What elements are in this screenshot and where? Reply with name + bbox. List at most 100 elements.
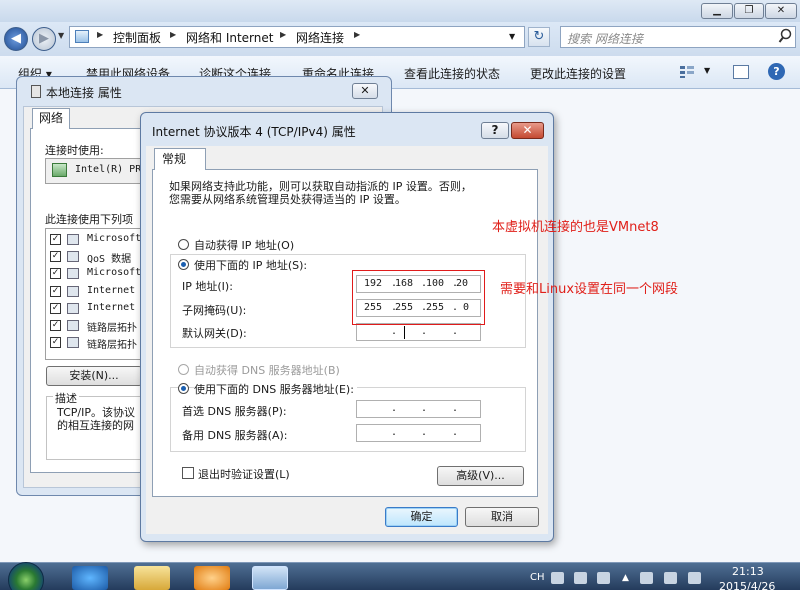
ok-button[interactable]: 确定 — [385, 507, 458, 527]
start-button-icon[interactable] — [8, 562, 44, 590]
list-item-label: Internet — [87, 285, 136, 296]
clock-time[interactable]: 21:13 — [732, 565, 764, 578]
description-title: 描述 — [53, 390, 79, 406]
search-placeholder: 搜索 网络连接 — [567, 32, 643, 46]
gateway-field[interactable]: . . . — [356, 323, 481, 341]
close-button[interactable]: ✕ — [765, 3, 797, 19]
internet-explorer-icon[interactable] — [72, 566, 108, 590]
octet-dot: . — [452, 403, 459, 414]
lan-dialog-title: 本地连接 属性 — [46, 86, 122, 100]
clock-date[interactable]: 2015/4/26 — [719, 580, 775, 590]
forward-arrow-icon[interactable]: ▶ — [32, 27, 56, 51]
install-button[interactable]: 安装(N)... — [46, 366, 142, 386]
auto-ip-label: 自动获得 IP 地址(O) — [194, 239, 295, 252]
adapter-name: Intel(R) PR — [75, 164, 142, 175]
ime-icon[interactable] — [574, 572, 587, 584]
list-item-label: Microsoft — [87, 233, 142, 244]
file-sharing-icon — [67, 268, 79, 279]
search-icon[interactable] — [778, 28, 792, 44]
network-status-icon[interactable] — [664, 572, 677, 584]
client-icon — [67, 234, 79, 245]
auto-ip-radio[interactable] — [178, 239, 189, 250]
qos-icon — [67, 251, 79, 262]
checkbox[interactable]: ✓ — [50, 286, 61, 297]
alternate-dns-field[interactable]: . . . — [356, 424, 481, 442]
text-cursor — [404, 326, 405, 339]
media-player-icon[interactable] — [194, 566, 230, 590]
network-card-icon — [52, 163, 67, 177]
connect-using-label: 连接时使用: — [45, 144, 104, 157]
manual-dns-radio[interactable] — [178, 383, 189, 394]
list-item-label: Internet — [87, 302, 136, 313]
minimize-button[interactable]: ▁ — [701, 3, 733, 19]
checkbox[interactable]: ✓ — [50, 337, 61, 348]
checkbox[interactable]: ✓ — [50, 303, 61, 314]
description-text: TCP/IP。该协议 的相互连接的网 — [57, 406, 135, 432]
protocol-icon — [67, 320, 79, 331]
window-titlebar — [0, 0, 800, 22]
breadcrumb-control-panel[interactable]: 控制面板 — [113, 29, 161, 46]
breadcrumb-chevron-icon[interactable]: ▶ — [170, 30, 176, 39]
ipv4-close-button[interactable]: ✕ — [511, 122, 544, 139]
history-dropdown-icon[interactable]: ▼ — [58, 31, 64, 40]
maximize-button[interactable]: ❐ — [734, 3, 764, 19]
ipv4-dialog-title: Internet 协议版本 4 (TCP/IPv4) 属性 — [152, 125, 356, 139]
auto-dns-label: 自动获得 DNS 服务器地址(B) — [194, 364, 340, 377]
validate-checkbox[interactable] — [182, 467, 194, 479]
octet-dot: . — [421, 326, 428, 337]
ipv4-help-button[interactable]: ? — [481, 122, 509, 139]
breadcrumb-network-connections[interactable]: 网络连接 — [296, 29, 344, 46]
validate-label: 退出时验证设置(L) — [198, 468, 290, 481]
breadcrumb-chevron-icon[interactable]: ▶ — [354, 30, 360, 39]
octet-dot: . — [452, 326, 459, 337]
tab-network[interactable]: 网络 — [32, 108, 70, 129]
breadcrumb-chevron-icon[interactable]: ▶ — [280, 30, 286, 39]
action-center-icon[interactable] — [640, 572, 653, 584]
ip-address-label: IP 地址(I): — [182, 280, 233, 293]
change-settings-command[interactable]: 更改此连接的设置 — [530, 65, 626, 82]
protocol-icon — [67, 337, 79, 348]
preferred-dns-field[interactable]: . . . — [356, 400, 481, 418]
back-arrow-icon[interactable]: ◀ — [4, 27, 28, 51]
octet-dot: . — [421, 403, 428, 414]
annotation-highlight-box — [352, 270, 485, 325]
view-status-command[interactable]: 查看此连接的状态 — [404, 65, 500, 82]
advanced-button[interactable]: 高级(V)... — [437, 466, 524, 486]
breadcrumb-network-internet[interactable]: 网络和 Internet — [186, 29, 273, 46]
checkbox[interactable]: ✓ — [50, 234, 61, 245]
lan-close-button[interactable]: ✕ — [352, 83, 378, 99]
preferred-dns-label: 首选 DNS 服务器(P): — [182, 405, 287, 418]
show-hidden-icons-icon[interactable]: ▲ — [619, 572, 632, 584]
refresh-icon[interactable]: ↻ — [528, 27, 550, 47]
checkbox[interactable]: ✓ — [50, 251, 61, 262]
tab-general[interactable]: 常规 — [154, 148, 206, 170]
volume-icon[interactable] — [688, 572, 701, 584]
protocol-icon — [67, 286, 79, 297]
cancel-button[interactable]: 取消 — [465, 507, 539, 527]
annotation-vmnet8: 本虚拟机连接的也是VMnet8 — [492, 220, 659, 235]
help-icon[interactable]: ? — [768, 63, 785, 80]
annotation-same-subnet: 需要和Linux设置在同一个网段 — [500, 282, 679, 297]
manual-ip-radio[interactable] — [178, 259, 189, 270]
protocol-icon — [67, 303, 79, 314]
address-dropdown-icon[interactable]: ▼ — [509, 32, 515, 41]
octet-dot: . — [421, 427, 428, 438]
list-item-label: 链路层拓扑 — [87, 323, 137, 334]
view-options-icon[interactable] — [679, 65, 695, 79]
manual-dns-label: 使用下面的 DNS 服务器地址(E): — [194, 381, 357, 397]
octet-dot: . — [391, 326, 398, 337]
breadcrumb-chevron-icon[interactable]: ▶ — [97, 30, 103, 39]
checkbox[interactable]: ✓ — [50, 268, 61, 279]
keyboard-icon[interactable] — [551, 572, 564, 584]
view-dropdown-icon[interactable]: ▼ — [704, 66, 710, 75]
list-item-label: Microsoft — [87, 267, 142, 278]
auto-dns-radio[interactable] — [178, 364, 189, 375]
control-panel-icon — [75, 30, 89, 43]
items-list-label: 此连接使用下列项 — [45, 213, 133, 226]
checkbox[interactable]: ✓ — [50, 320, 61, 331]
preview-pane-icon[interactable] — [733, 65, 749, 79]
control-panel-task-icon[interactable] — [252, 566, 288, 590]
tray-options-icon[interactable] — [597, 572, 610, 584]
language-indicator[interactable]: CH — [530, 572, 545, 583]
folder-icon[interactable] — [134, 566, 170, 590]
